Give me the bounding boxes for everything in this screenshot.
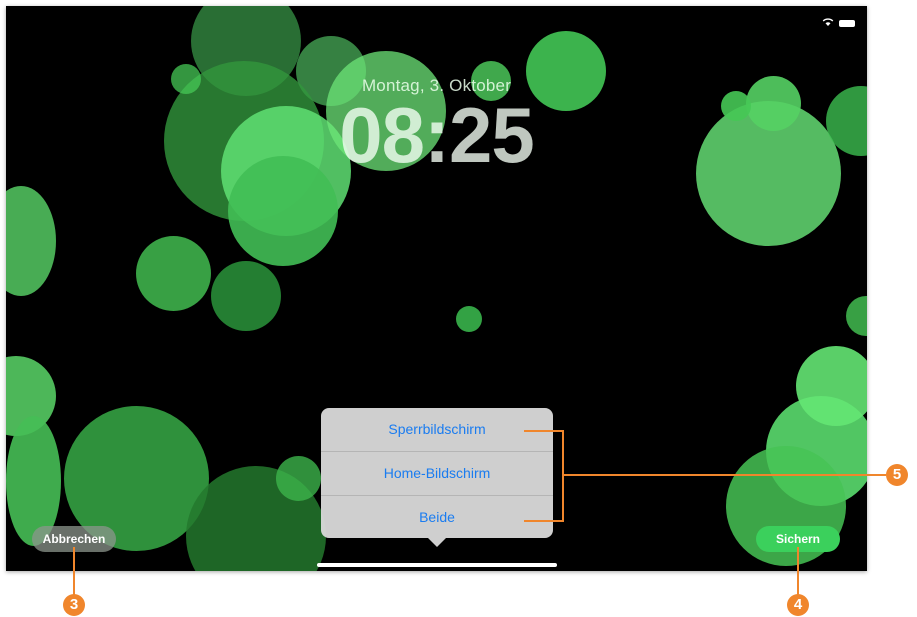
option-lock-screen[interactable]: Sperrbildschirm	[321, 408, 553, 452]
popover-arrow	[428, 538, 446, 547]
wifi-icon	[822, 14, 834, 32]
home-indicator[interactable]	[317, 563, 557, 567]
wallpaper-bubble	[211, 261, 281, 331]
callout-bracket-vertical	[562, 430, 564, 522]
callout-bracket-bottom	[524, 520, 564, 522]
callout-badge-options: 5	[886, 464, 908, 486]
wallpaper-bubble	[846, 296, 867, 336]
ipad-screen: Montag, 3. Oktober 08:25 Sperrbildschirm…	[6, 6, 867, 571]
callout-badge-save: 4	[787, 594, 809, 616]
wallpaper-bubble	[276, 456, 321, 501]
option-both[interactable]: Beide	[321, 496, 553, 539]
callout-line-cancel	[73, 547, 75, 595]
option-home-screen[interactable]: Home-Bildschirm	[321, 452, 553, 496]
wallpaper-bubble	[456, 306, 482, 332]
callout-badge-cancel: 3	[63, 594, 85, 616]
callout-line-save	[797, 547, 799, 595]
battery-icon	[839, 19, 855, 27]
callout-bracket-top	[524, 430, 564, 432]
callout-line-options	[564, 474, 886, 476]
wallpaper-bubble	[796, 346, 867, 426]
wallpaper-target-popover: Sperrbildschirm Home-Bildschirm Beide	[321, 408, 553, 538]
wallpaper-bubble	[136, 236, 211, 311]
status-bar	[822, 14, 855, 32]
lock-screen-time: 08:25	[339, 91, 535, 179]
wallpaper-bubble	[6, 186, 56, 296]
